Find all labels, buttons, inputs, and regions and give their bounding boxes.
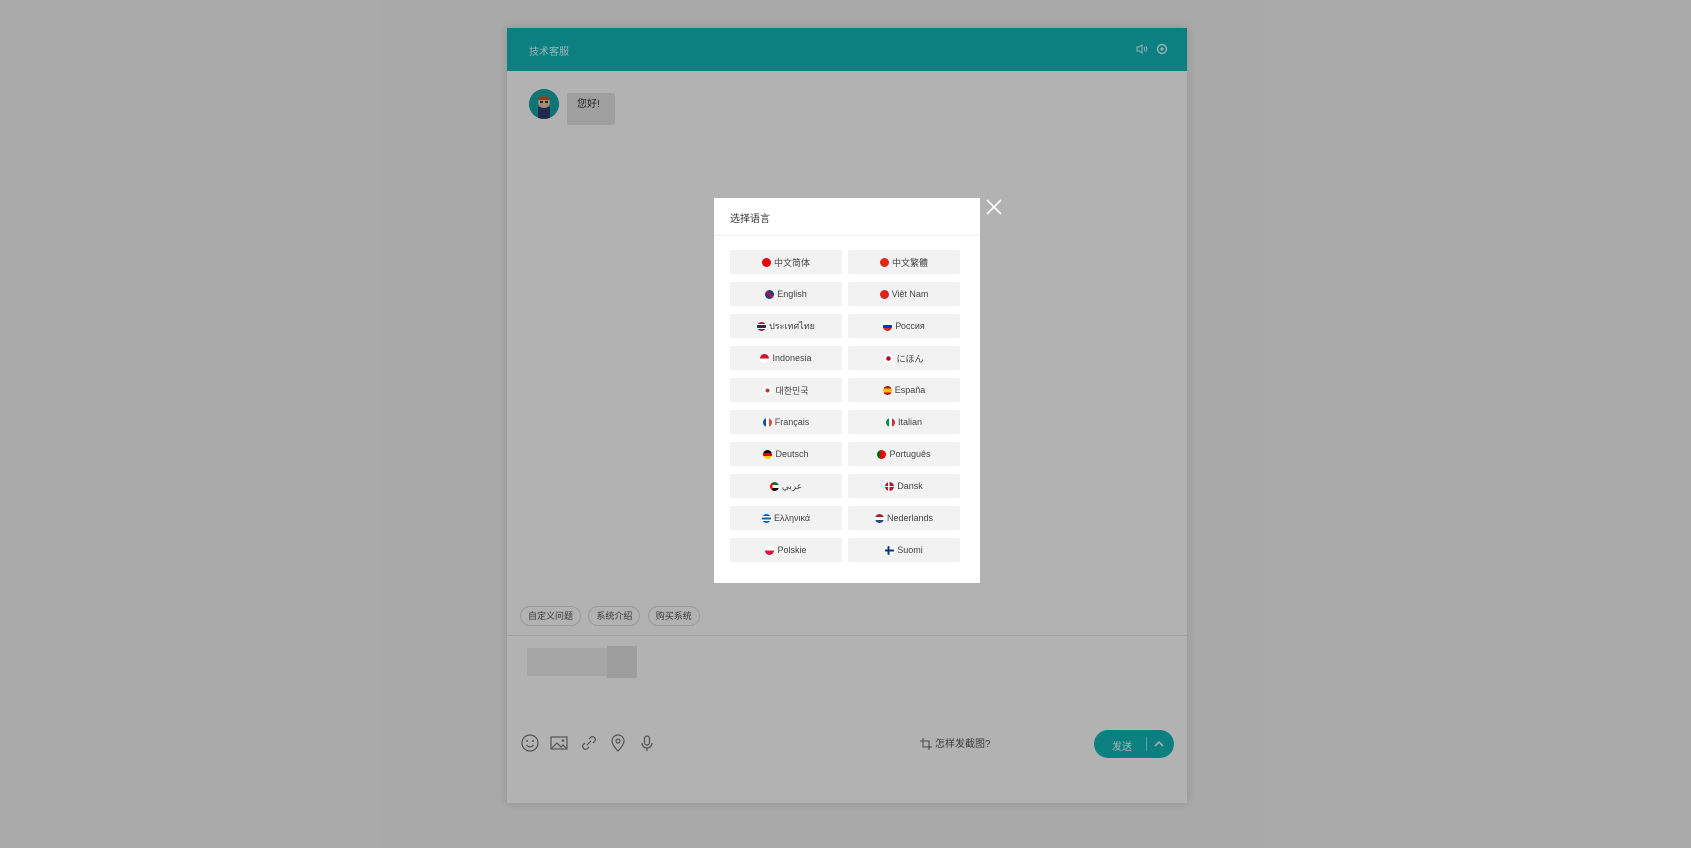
language-label: Suomi bbox=[897, 545, 923, 555]
flag-th-icon bbox=[757, 321, 767, 331]
language-label: 中文繁體 bbox=[891, 257, 928, 268]
language-label: Россия bbox=[895, 321, 925, 331]
language-label: Italian bbox=[897, 417, 923, 427]
language-option-kr[interactable]: 대한민국 bbox=[730, 378, 842, 402]
flag-ae-icon bbox=[769, 481, 779, 491]
language-option-es[interactable]: España bbox=[848, 378, 960, 402]
language-option-fr[interactable]: Français bbox=[730, 410, 842, 434]
flag-jp-icon bbox=[884, 353, 894, 363]
language-label: عربي bbox=[781, 480, 803, 491]
language-label: Português bbox=[889, 449, 931, 459]
flag-pt-icon bbox=[877, 449, 887, 459]
modal-divider bbox=[714, 235, 980, 236]
language-label: Indonesia bbox=[772, 353, 812, 363]
language-option-cn[interactable]: 中文简体 bbox=[730, 250, 842, 274]
flag-fr-icon bbox=[762, 417, 772, 427]
language-label: Polskie bbox=[777, 545, 807, 555]
flag-ru-icon bbox=[883, 321, 893, 331]
flag-it-icon bbox=[885, 417, 895, 427]
language-option-ru[interactable]: Россия bbox=[848, 314, 960, 338]
language-label: Deutsch bbox=[775, 449, 809, 459]
language-option-jp[interactable]: にほん bbox=[848, 346, 960, 370]
language-label: Ελληνικά bbox=[773, 513, 811, 523]
flag-hk-icon bbox=[879, 257, 889, 267]
language-option-th[interactable]: ประเทศไทย bbox=[730, 314, 842, 338]
language-option-vn[interactable]: Việt Nam bbox=[848, 282, 960, 306]
language-option-fi[interactable]: Suomi bbox=[848, 538, 960, 562]
language-label: Việt Nam bbox=[891, 289, 929, 299]
flag-es-icon bbox=[882, 385, 892, 395]
language-option-gr[interactable]: Ελληνικά bbox=[730, 506, 842, 530]
flag-gr-icon bbox=[761, 513, 771, 523]
language-option-pt[interactable]: Português bbox=[848, 442, 960, 466]
language-option-pl[interactable]: Polskie bbox=[730, 538, 842, 562]
flag-pl-icon bbox=[765, 545, 775, 555]
language-option-hk[interactable]: 中文繁體 bbox=[848, 250, 960, 274]
flag-kr-icon bbox=[763, 385, 773, 395]
language-option-gb[interactable]: English bbox=[730, 282, 842, 306]
flag-cn-icon bbox=[761, 257, 771, 267]
language-label: 中文简体 bbox=[773, 257, 810, 268]
flag-dk-icon bbox=[885, 481, 895, 491]
language-option-nl[interactable]: Nederlands bbox=[848, 506, 960, 530]
language-label: España bbox=[894, 385, 926, 395]
flag-gb-icon bbox=[765, 289, 775, 299]
flag-nl-icon bbox=[874, 513, 884, 523]
language-modal: 选择语言 中文简体 中文繁體 English Việt Nam ประเทศไทย Рос… bbox=[714, 198, 980, 583]
language-option-it[interactable]: Italian bbox=[848, 410, 960, 434]
language-option-id[interactable]: Indonesia bbox=[730, 346, 842, 370]
language-option-ae[interactable]: عربي bbox=[730, 474, 842, 498]
language-option-de[interactable]: Deutsch bbox=[730, 442, 842, 466]
flag-fi-icon bbox=[885, 545, 895, 555]
flag-id-icon bbox=[760, 353, 770, 363]
language-label: Nederlands bbox=[886, 513, 934, 523]
language-label: にほん bbox=[896, 353, 924, 364]
language-label: Français bbox=[774, 417, 810, 427]
language-grid: 中文简体 中文繁體 English Việt Nam ประเทศไทย Россия In… bbox=[730, 250, 964, 562]
close-icon[interactable] bbox=[985, 198, 1003, 216]
language-label: English bbox=[777, 289, 807, 299]
language-label: ประเทศไทย bbox=[769, 321, 815, 331]
language-label: 대한민국 bbox=[775, 385, 809, 396]
flag-vn-icon bbox=[879, 289, 889, 299]
language-option-dk[interactable]: Dansk bbox=[848, 474, 960, 498]
language-label: Dansk bbox=[897, 481, 923, 491]
flag-de-icon bbox=[763, 449, 773, 459]
modal-title: 选择语言 bbox=[730, 214, 770, 225]
